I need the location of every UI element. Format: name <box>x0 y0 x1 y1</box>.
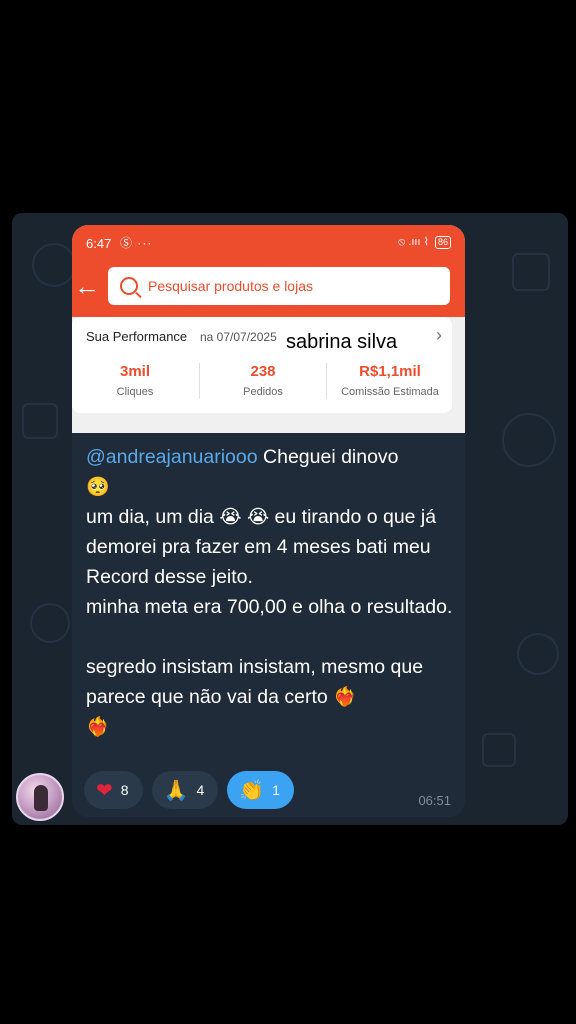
crying-face-emoji: 😭 <box>246 506 270 528</box>
performance-date: na 07/07/2025 <box>200 330 277 344</box>
performance-card[interactable]: Sua Performance na 07/07/2025 sabrina si… <box>72 317 452 413</box>
stat-value: 238 <box>250 363 276 380</box>
app-header: 6:47 Ⓢ ··· ⦸ .ııı ⌇ 86 ← Pesquisar produ… <box>72 225 465 317</box>
reaction-heart[interactable]: ❤ 8 <box>84 771 143 809</box>
stat-value: 3mil <box>119 363 150 380</box>
stat-value: R$1,1mil <box>359 363 421 380</box>
doodle-shape <box>517 633 559 675</box>
back-arrow-icon[interactable]: ← <box>74 273 100 299</box>
stat-commission: R$1,1mil Comissão Estimada <box>327 363 453 398</box>
reaction-count: 8 <box>120 782 129 798</box>
stat-clicks: 3mil Cliques <box>72 363 198 398</box>
message-timestamp: 06:51 <box>418 793 451 808</box>
doodle-shape <box>502 413 556 467</box>
search-icon <box>120 277 138 295</box>
reaction-count: 1 <box>272 782 280 798</box>
battery-icon: 86 <box>434 235 451 249</box>
pray-icon: 🙏 <box>163 778 189 802</box>
status-notification-icons: Ⓢ ··· <box>120 236 153 250</box>
chevron-right-icon[interactable]: › <box>436 325 442 346</box>
heart-on-fire-emoji: ❤️‍🔥 <box>333 686 357 708</box>
reaction-clap[interactable]: 👏 1 <box>227 771 294 809</box>
message-line4: segredo insistam insistam, mesmo que par… <box>86 656 424 708</box>
avatar-figure <box>34 785 48 811</box>
message-line2-start: um dia, um dia <box>86 506 220 528</box>
message-line1: Cheguei dinovo <box>257 446 399 468</box>
reaction-count: 4 <box>196 782 205 798</box>
heart-icon: ❤ <box>96 778 113 802</box>
reactions-bar: ❤ 8 🙏 4 👏 1 <box>84 771 294 809</box>
stat-label: Pedidos <box>243 386 283 398</box>
doodle-shape <box>482 733 516 767</box>
clap-icon: 👏 <box>239 778 265 802</box>
search-placeholder: Pesquisar produtos e lojas <box>148 278 313 294</box>
user-mention-link[interactable]: @andreajanuariooo <box>86 446 258 468</box>
stat-label: Comissão Estimada <box>341 386 439 398</box>
doodle-shape <box>512 253 550 291</box>
message-bubble[interactable]: 6:47 Ⓢ ··· ⦸ .ııı ⌇ 86 ← Pesquisar produ… <box>72 225 465 817</box>
doodle-shape <box>22 403 58 439</box>
doodle-shape <box>30 603 70 643</box>
status-right-icons: ⦸ .ııı ⌇ 86 <box>398 235 451 249</box>
stat-orders: 238 Pedidos <box>200 363 326 398</box>
attached-screenshot[interactable]: 6:47 Ⓢ ··· ⦸ .ııı ⌇ 86 ← Pesquisar produ… <box>72 225 465 433</box>
reaction-pray[interactable]: 🙏 4 <box>151 771 219 809</box>
pleading-face-emoji: 🥺 <box>86 476 110 498</box>
heart-on-fire-emoji: ❤️‍🔥 <box>86 716 110 738</box>
status-time: 6:47 <box>86 236 112 251</box>
doodle-shape <box>32 243 76 287</box>
overlay-name-text: sabrina silva <box>286 331 398 353</box>
search-input[interactable]: Pesquisar produtos e lojas <box>108 267 450 305</box>
message-text: @andreajanuariooo Cheguei dinovo 🥺 um di… <box>86 442 456 742</box>
performance-title: Sua Performance <box>86 329 188 344</box>
crying-face-emoji: 😭 <box>219 506 242 528</box>
sender-avatar[interactable] <box>16 773 64 821</box>
stat-label: Cliques <box>116 386 154 398</box>
signal-wifi-icons: ⦸ .ııı ⌇ <box>398 236 429 248</box>
message-line3: minha meta era 700,00 e olha o resultado… <box>86 596 453 618</box>
